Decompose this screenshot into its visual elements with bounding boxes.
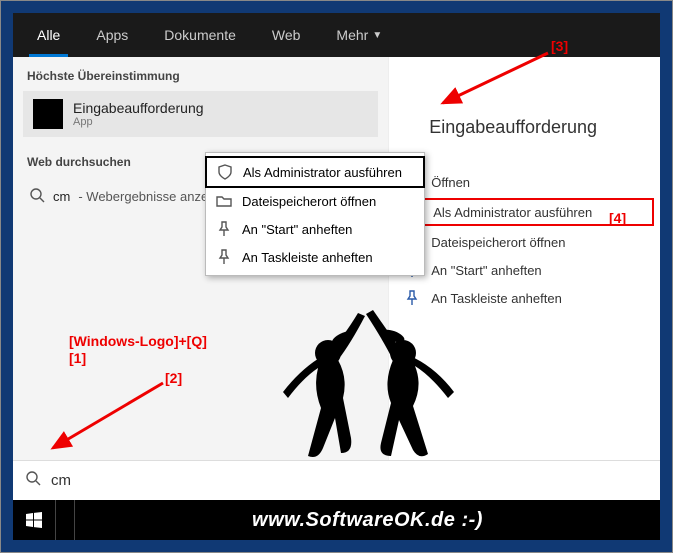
ctx-pintask-label: An Taskleiste anheften (242, 250, 373, 265)
taskbar: www.SoftwareOK.de :-) (13, 500, 660, 540)
web-term: cm (53, 189, 70, 204)
action-open[interactable]: Öffnen (389, 168, 660, 196)
pin-icon (216, 221, 232, 237)
search-icon (29, 187, 45, 206)
action-location[interactable]: Dateispeicherort öffnen (389, 228, 660, 256)
action-admin-label: Als Administrator ausführen (433, 205, 592, 220)
search-input[interactable] (51, 472, 648, 489)
start-button[interactable] (13, 500, 55, 540)
tab-web[interactable]: Web (254, 13, 319, 57)
ctx-admin[interactable]: Als Administrator ausführen (205, 156, 425, 188)
shield-icon (217, 164, 233, 180)
ctx-admin-label: Als Administrator ausführen (243, 165, 402, 180)
action-pinstart-label: An "Start" anheften (431, 263, 541, 278)
footer-text: www.SoftwareOK.de :-) (75, 509, 660, 532)
tab-more-label: Mehr (336, 27, 368, 43)
tab-all[interactable]: Alle (19, 13, 78, 57)
chevron-down-icon: ▼ (372, 30, 382, 41)
tab-more[interactable]: Mehr ▼ (318, 13, 400, 57)
context-menu: Als Administrator ausführen Dateispeiche… (205, 152, 425, 276)
search-window: Alle Apps Dokumente Web Mehr ▼ Höchste Üb… (13, 13, 660, 540)
section-best-match: Höchste Übereinstimmung (13, 63, 388, 91)
results-right: Eingabeaufforderung Öffnen Als Administr… (388, 57, 660, 460)
action-pinstart[interactable]: An "Start" anheften (389, 256, 660, 284)
action-pintask[interactable]: An Taskleiste anheften (389, 284, 660, 312)
search-icon (25, 470, 41, 491)
search-content: Höchste Übereinstimmung Eingabeaufforder… (13, 57, 660, 460)
taskbar-search[interactable] (55, 500, 75, 540)
action-admin[interactable]: Als Administrator ausführen (397, 198, 654, 226)
pin-icon (403, 289, 421, 307)
right-title: Eingabeaufforderung (389, 117, 660, 168)
tab-docs[interactable]: Dokumente (146, 13, 254, 57)
folder-icon (216, 193, 232, 209)
action-location-label: Dateispeicherort öffnen (431, 235, 565, 250)
search-tabs: Alle Apps Dokumente Web Mehr ▼ (13, 13, 660, 57)
ctx-pintask[interactable]: An Taskleiste anheften (206, 243, 424, 271)
best-match-title: Eingabeaufforderung (73, 100, 204, 116)
best-match-item[interactable]: Eingabeaufforderung App (23, 91, 378, 137)
ctx-location[interactable]: Dateispeicherort öffnen (206, 187, 424, 215)
search-bar (13, 460, 660, 500)
ctx-pinstart-label: An "Start" anheften (242, 222, 352, 237)
ctx-location-label: Dateispeicherort öffnen (242, 194, 376, 209)
pin-icon (216, 249, 232, 265)
tab-apps[interactable]: Apps (78, 13, 146, 57)
best-match-sub: App (73, 116, 204, 128)
action-pintask-label: An Taskleiste anheften (431, 291, 562, 306)
windows-logo-icon (26, 512, 42, 528)
ctx-pinstart[interactable]: An "Start" anheften (206, 215, 424, 243)
action-open-label: Öffnen (431, 175, 470, 190)
best-match-text: Eingabeaufforderung App (73, 100, 204, 128)
cmd-icon (33, 99, 63, 129)
